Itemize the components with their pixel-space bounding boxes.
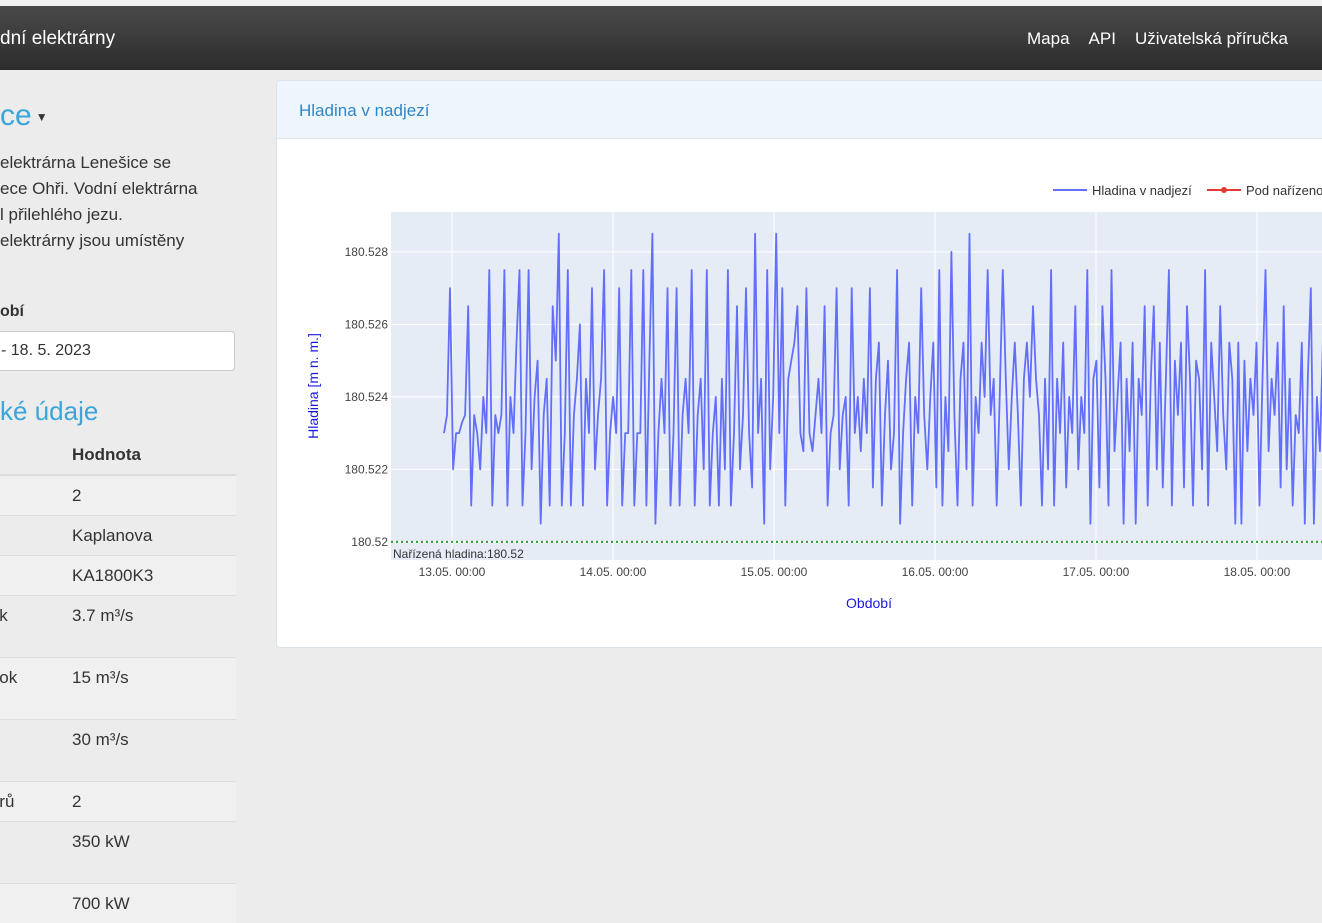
table-cell: růtok <box>0 605 8 625</box>
card-title: Hladina v nadjezí <box>299 101 430 120</box>
x-tick-label: 15.05. 00:00 <box>741 565 808 579</box>
nav-links: Mapa API Uživatelská příručka <box>1027 29 1288 49</box>
table-header-value: Hodnota <box>72 436 236 476</box>
legend-label-below-limit: Pod nařízenou <box>1246 183 1322 198</box>
table-cell: rátorů <box>0 791 15 811</box>
description-line: l přilehlého jezu. <box>0 205 123 224</box>
station-description: elektrárna Lenešice se ece Ohři. Vodní e… <box>0 150 240 254</box>
legend-label-water-level: Hladina v nadjezí <box>1092 183 1192 198</box>
table-cell <box>0 822 72 832</box>
y-tick-label: 180.526 <box>345 317 389 331</box>
legend-marker-below-limit <box>1221 187 1227 193</box>
table-cell: 700 kW <box>72 893 130 913</box>
table-cell: KA1800K3 <box>72 565 154 585</box>
x-tick-label: 18.05. 00:00 <box>1224 565 1291 579</box>
table-row: průtok 15 m³/s <box>0 656 236 719</box>
chart-card: Hladina v nadjezí 180.52 180.522 180.524 18… <box>276 80 1322 648</box>
brand-title[interactable]: dní elektrárny <box>0 28 115 50</box>
table-cell: kon <box>0 884 72 914</box>
table-cell: 2 <box>72 486 82 505</box>
caret-down-icon: ▼ <box>35 110 48 125</box>
table-header-name <box>0 436 72 476</box>
table-header-row: Hodnota <box>0 436 236 476</box>
table-cell: 15 m³/s <box>72 667 129 687</box>
table-row: kon 700 kW <box>0 882 236 923</box>
y-tick-label: 180.524 <box>345 390 389 404</box>
table-cell: / <box>0 516 72 546</box>
table-cell <box>0 556 72 566</box>
table-row: rátorů 2 <box>0 780 236 821</box>
x-tick-label: 16.05. 00:00 <box>902 565 969 579</box>
table-cell: průtok <box>0 667 18 687</box>
description-line: ece Ohři. Vodní elektrárna <box>0 179 198 198</box>
navbar: dní elektrárny Mapa API Uživatelská přír… <box>0 6 1322 70</box>
table-row: růtok 3.7 m³/s <box>0 594 236 657</box>
table-cell: 3.7 m³/s <box>72 605 134 625</box>
x-axis-title: Období <box>846 595 892 611</box>
period-label: obí <box>0 303 24 320</box>
table-cell: tok <box>0 720 72 750</box>
y-axis-title: Hladina [m n. m.] <box>305 333 321 439</box>
table-cell: 350 kW <box>72 831 130 851</box>
station-title: ce <box>0 99 32 132</box>
card-header: Hladina v nadjezí <box>277 81 1322 139</box>
nav-link-user-guide[interactable]: Uživatelská příručka <box>1135 29 1288 49</box>
table-cell: Kaplanova <box>72 525 153 545</box>
period-date-range-input[interactable]: - 18. 5. 2023 <box>0 331 235 371</box>
nav-link-map[interactable]: Mapa <box>1027 29 1070 49</box>
water-level-chart[interactable]: 180.52 180.522 180.524 180.526 180.528 13.05.… <box>277 139 1322 639</box>
table-row: / Kaplanova <box>0 514 236 555</box>
table-cell: 30 m³/s <box>72 729 129 749</box>
station-title-dropdown[interactable]: ce ▼ <box>0 99 48 133</box>
description-line: elektrárna Lenešice se <box>0 153 172 172</box>
x-tick-label: 13.05. 00:00 <box>419 565 486 579</box>
table-cell: 2 <box>72 791 82 811</box>
table-row: n 2 <box>0 474 236 515</box>
reference-line-label: Nařízená hladina:180.52 <box>393 547 524 561</box>
y-tick-label: 180.528 <box>345 245 389 259</box>
y-tick-label: 180.52 <box>351 535 388 549</box>
table-row: KA1800K3 <box>0 554 236 595</box>
table-cell: n <box>0 476 72 506</box>
description-line: elektrárny jsou umístěny <box>0 231 185 250</box>
y-tick-label: 180.522 <box>345 462 389 476</box>
x-tick-label: 14.05. 00:00 <box>580 565 647 579</box>
table-row: tok 30 m³/s <box>0 718 236 781</box>
x-tick-label: 17.05. 00:00 <box>1063 565 1130 579</box>
tech-specs-table: Hodnota n 2 / Kaplanova KA1800K3 růtok 3… <box>0 436 236 923</box>
tech-data-heading: ké údaje <box>0 396 99 426</box>
nav-link-api[interactable]: API <box>1089 29 1116 49</box>
table-row: 350 kW <box>0 820 236 883</box>
